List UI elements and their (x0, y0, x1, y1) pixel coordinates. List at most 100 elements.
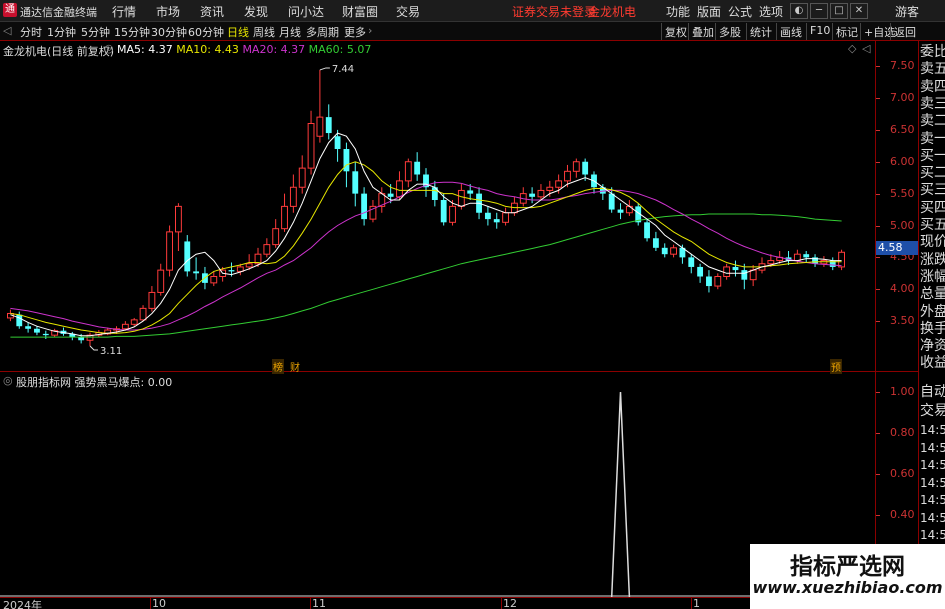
candle (652, 231, 659, 251)
side-label: 卖二 (920, 113, 945, 130)
tab-1min[interactable]: 1分钟 (47, 24, 76, 40)
tab-more[interactable]: 更多 (344, 24, 366, 40)
candle-body (325, 117, 332, 134)
ma20-line (10, 181, 842, 331)
multi-stock-button[interactable]: 多股 (715, 23, 744, 40)
skin-icon[interactable]: ◐ (790, 3, 808, 19)
candle (316, 69, 324, 143)
x-label-12: 12 (503, 597, 517, 609)
menu-item-faxian[interactable]: 发现 (244, 3, 268, 20)
more-chevron-icon[interactable]: › (368, 24, 372, 37)
candle (263, 238, 271, 258)
candle-body (34, 328, 40, 333)
menu-item-wenxiaoda[interactable]: 问小达 (288, 3, 324, 20)
tab-5min[interactable]: 5分钟 (81, 24, 110, 40)
menu-item-banmian[interactable]: 版面 (697, 3, 721, 20)
candle (184, 235, 191, 277)
title-bar: 通 通达信金融终端 行情 市场 资讯 发现 问小达 财富圈 交易 证券交易未登录… (0, 0, 945, 22)
title-stock-name: 金龙机电 (588, 5, 637, 19)
candle (325, 104, 332, 140)
minimize-icon[interactable]: ─ (810, 3, 828, 19)
candle-body (272, 228, 280, 246)
candle (51, 328, 59, 338)
candle-body (793, 253, 801, 262)
candle-body (529, 193, 536, 197)
candle-body (723, 266, 731, 277)
mark-button[interactable]: 标记 (832, 23, 861, 40)
candle (670, 244, 678, 258)
f10-button[interactable]: F10 (806, 23, 833, 40)
tab-30min[interactable]: 30分钟 (151, 24, 187, 40)
x-tick (691, 597, 692, 609)
candle (803, 251, 810, 263)
draw-line-button[interactable]: 画线 (776, 23, 805, 40)
candle (502, 207, 510, 226)
candle (749, 265, 757, 287)
candle-body (334, 136, 341, 149)
overlay-button[interactable]: 叠加 (688, 23, 717, 40)
indicator-chart[interactable] (0, 372, 875, 597)
toolbar-toggle-icon[interactable]: ◁ (3, 24, 11, 37)
fuquan-button[interactable]: 复权 (661, 23, 690, 40)
candle-body (749, 269, 757, 281)
tick-time: 14:56 (920, 510, 945, 525)
side-label: 总量 (920, 286, 945, 303)
menu-item-caifuquan[interactable]: 财富圈 (342, 3, 378, 20)
low-price-label: 3.11 (100, 346, 122, 357)
menu-item-xuanxiang[interactable]: 选项 (759, 3, 783, 20)
indicator-signal-line (610, 391, 631, 597)
candle-body (404, 161, 412, 182)
side-label: 买五 (920, 217, 945, 233)
y-tick-mark (876, 193, 880, 195)
login-notice[interactable]: 证券交易未登录 (512, 3, 596, 20)
guest-label[interactable]: 游客 (895, 3, 919, 20)
menu-item-zixun[interactable]: 资讯 (200, 3, 224, 20)
tab-weekly[interactable]: 周线 (253, 24, 275, 40)
candle-body (245, 263, 253, 268)
tab-60min[interactable]: 60分钟 (188, 24, 224, 40)
candle-body (210, 276, 218, 284)
menu-item-shichang[interactable]: 市场 (156, 3, 180, 20)
menu-item-hangqing[interactable]: 行情 (112, 3, 136, 20)
side-trade-label[interactable]: 交易 (920, 402, 945, 421)
close-icon[interactable]: ✕ (850, 3, 868, 19)
menu-item-jiaoyi[interactable]: 交易 (396, 3, 420, 20)
statistics-button[interactable]: 统计 (746, 23, 775, 40)
candlestick-chart[interactable]: 7.44 3.11 (0, 41, 875, 371)
candle (352, 161, 359, 207)
candle (414, 152, 421, 181)
candle (529, 187, 536, 204)
side-trade-label[interactable]: 自动 (920, 383, 945, 402)
tab-multi-period[interactable]: 多周期 (306, 24, 339, 40)
candle (732, 260, 739, 277)
x-tick (310, 597, 311, 609)
candle-body (732, 266, 739, 271)
candle-body (289, 186, 297, 207)
watermark-title: 指标严选网 (790, 554, 905, 580)
candle-body (316, 116, 324, 137)
candle (661, 243, 668, 258)
tab-fenshi[interactable]: 分时 (20, 24, 42, 40)
tab-monthly[interactable]: 月线 (279, 24, 301, 40)
tab-daily[interactable]: 日线 (227, 24, 249, 40)
candle-body (184, 241, 191, 272)
menu-item-gongshi[interactable]: 公式 (728, 3, 752, 20)
x-label-1: 1 (693, 597, 700, 609)
side-label: 现价 (920, 234, 945, 251)
y-tick-label: 7.50 (890, 59, 915, 73)
candle-body (652, 238, 659, 248)
back-button[interactable]: 返回 (890, 23, 919, 40)
maximize-icon[interactable]: □ (830, 3, 848, 19)
tab-15min[interactable]: 15分钟 (114, 24, 150, 40)
high-price-label: 7.44 (332, 64, 354, 75)
menu-item-gongneng[interactable]: 功能 (666, 3, 690, 20)
indicator-y-tick-mark (876, 474, 880, 475)
candle-body (484, 212, 491, 220)
app-logo-icon: 通 (3, 3, 17, 17)
candle (572, 158, 580, 178)
side-label: 卖四 (920, 78, 945, 95)
side-label: 买二 (920, 165, 945, 182)
candle (714, 273, 722, 290)
candle (812, 254, 818, 267)
y-tick-mark (876, 289, 880, 291)
